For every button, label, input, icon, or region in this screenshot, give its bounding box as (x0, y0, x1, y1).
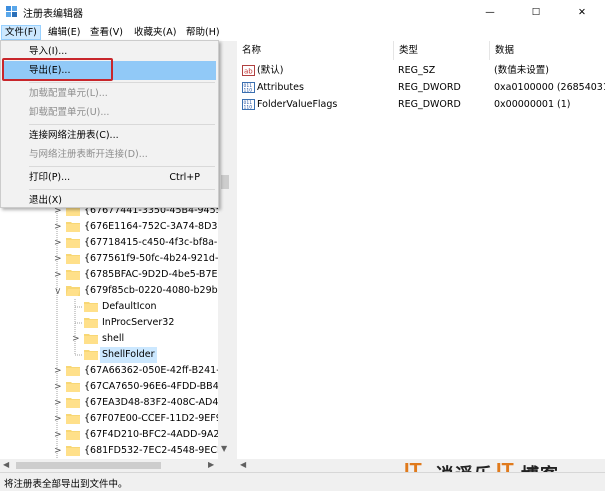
folder-icon (66, 254, 80, 264)
status-bar: 将注册表全部导出到文件中。 (0, 472, 605, 491)
expand-chevron-icon[interactable]: > (54, 411, 62, 427)
column-header-type[interactable]: 类型 (394, 41, 490, 60)
folder-icon (66, 430, 80, 440)
svg-text:ab: ab (244, 68, 253, 76)
string-value-icon: ab (242, 65, 255, 76)
close-icon: ✕ (578, 6, 586, 18)
expand-chevron-icon[interactable]: > (54, 395, 62, 411)
expand-chevron-icon[interactable]: > (54, 363, 62, 379)
menu-item-load-hive[interactable]: 加载配置单元(L)... (3, 84, 216, 103)
menu-item-unload-hive[interactable]: 卸载配置单元(U)... (3, 103, 216, 122)
menu-view[interactable]: 查看(V) (87, 25, 126, 40)
svg-text:110: 110 (244, 105, 253, 111)
collapse-chevron-icon[interactable]: > (49, 287, 65, 295)
column-header-data[interactable]: 数据 (490, 41, 605, 60)
value-row[interactable]: 011 110 Attributes REG_DWORD 0xa0100000 (… (237, 79, 605, 96)
menu-separator (29, 166, 215, 167)
folder-icon (66, 366, 80, 376)
maximize-button[interactable]: ☐ (513, 0, 559, 24)
export-callout-box (2, 58, 113, 81)
registry-app-icon (6, 6, 17, 17)
minimize-button[interactable]: — (467, 0, 513, 24)
tree-horizontal-scrollbar[interactable]: ◀ ▶ (0, 459, 232, 472)
status-text: 将注册表全部导出到文件中。 (4, 479, 128, 490)
menu-separator (29, 124, 215, 125)
folder-icon (66, 270, 80, 280)
folder-icon (66, 446, 80, 456)
menu-item-print[interactable]: 打印(P)... Ctrl+P (3, 168, 216, 187)
value-row[interactable]: ab (默认) REG_SZ (数值未设置) (237, 62, 605, 79)
scroll-thumb[interactable] (16, 462, 161, 469)
print-shortcut: Ctrl+P (169, 172, 200, 183)
folder-icon (66, 382, 80, 392)
folder-icon (66, 414, 80, 424)
scroll-thumb[interactable] (221, 175, 229, 189)
menu-favorites[interactable]: 收藏夹(A) (131, 25, 179, 40)
expand-chevron-icon[interactable]: > (54, 267, 62, 283)
binary-value-icon: 011110 (242, 82, 255, 93)
expand-chevron-icon[interactable]: > (54, 251, 62, 267)
scroll-down-icon[interactable]: ▼ (221, 444, 227, 453)
folder-icon (84, 334, 98, 344)
open-folder-icon (66, 286, 80, 296)
expand-chevron-icon[interactable]: > (54, 219, 62, 235)
scroll-left-icon[interactable]: ◀ (240, 460, 246, 469)
svg-text:110: 110 (244, 88, 253, 94)
scroll-left-icon[interactable]: ◀ (3, 460, 9, 469)
expand-chevron-icon[interactable]: > (54, 443, 62, 459)
folder-icon (84, 350, 98, 360)
menu-bar: 文件(F) 编辑(E) 查看(V) 收藏夹(A) 帮助(H) (0, 24, 605, 41)
binary-value-icon: 011110 (242, 99, 255, 110)
value-list[interactable]: 名称 类型 数据 ab (默认) REG_SZ (数值未设置) 011 110 A… (237, 41, 605, 459)
scroll-right-icon[interactable]: ▶ (208, 460, 214, 469)
folder-icon (84, 302, 98, 312)
tree-vertical-scrollbar[interactable]: ▼ (218, 41, 232, 459)
expand-chevron-icon[interactable]: > (54, 235, 62, 251)
minimize-icon: — (485, 6, 495, 18)
menu-item-exit[interactable]: 退出(X) (3, 191, 216, 210)
value-row[interactable]: 011 110 FolderValueFlags REG_DWORD 0x0000… (237, 96, 605, 113)
folder-icon (84, 318, 98, 328)
maximize-icon: ☐ (531, 6, 541, 18)
menu-help[interactable]: 帮助(H) (183, 25, 223, 40)
column-header-name[interactable]: 名称 (237, 41, 394, 60)
folder-icon (66, 238, 80, 248)
folder-icon (66, 222, 80, 232)
menu-item-disconnect-network-registry[interactable]: 与网络注册表断开连接(D)... (3, 145, 216, 164)
menu-separator (29, 189, 215, 190)
menu-file[interactable]: 文件(F) (1, 25, 41, 40)
folder-icon (66, 398, 80, 408)
window-title: 注册表编辑器 (23, 9, 83, 20)
menu-edit[interactable]: 编辑(E) (45, 25, 83, 40)
close-button[interactable]: ✕ (559, 0, 605, 24)
expand-chevron-icon[interactable]: > (72, 331, 80, 347)
menu-item-connect-network-registry[interactable]: 连接网络注册表(C)... (3, 126, 216, 145)
title-bar: 注册表编辑器 — ☐ ✕ (0, 0, 605, 24)
expand-chevron-icon[interactable]: > (54, 379, 62, 395)
menu-separator (29, 82, 215, 83)
expand-chevron-icon[interactable]: > (54, 427, 62, 443)
